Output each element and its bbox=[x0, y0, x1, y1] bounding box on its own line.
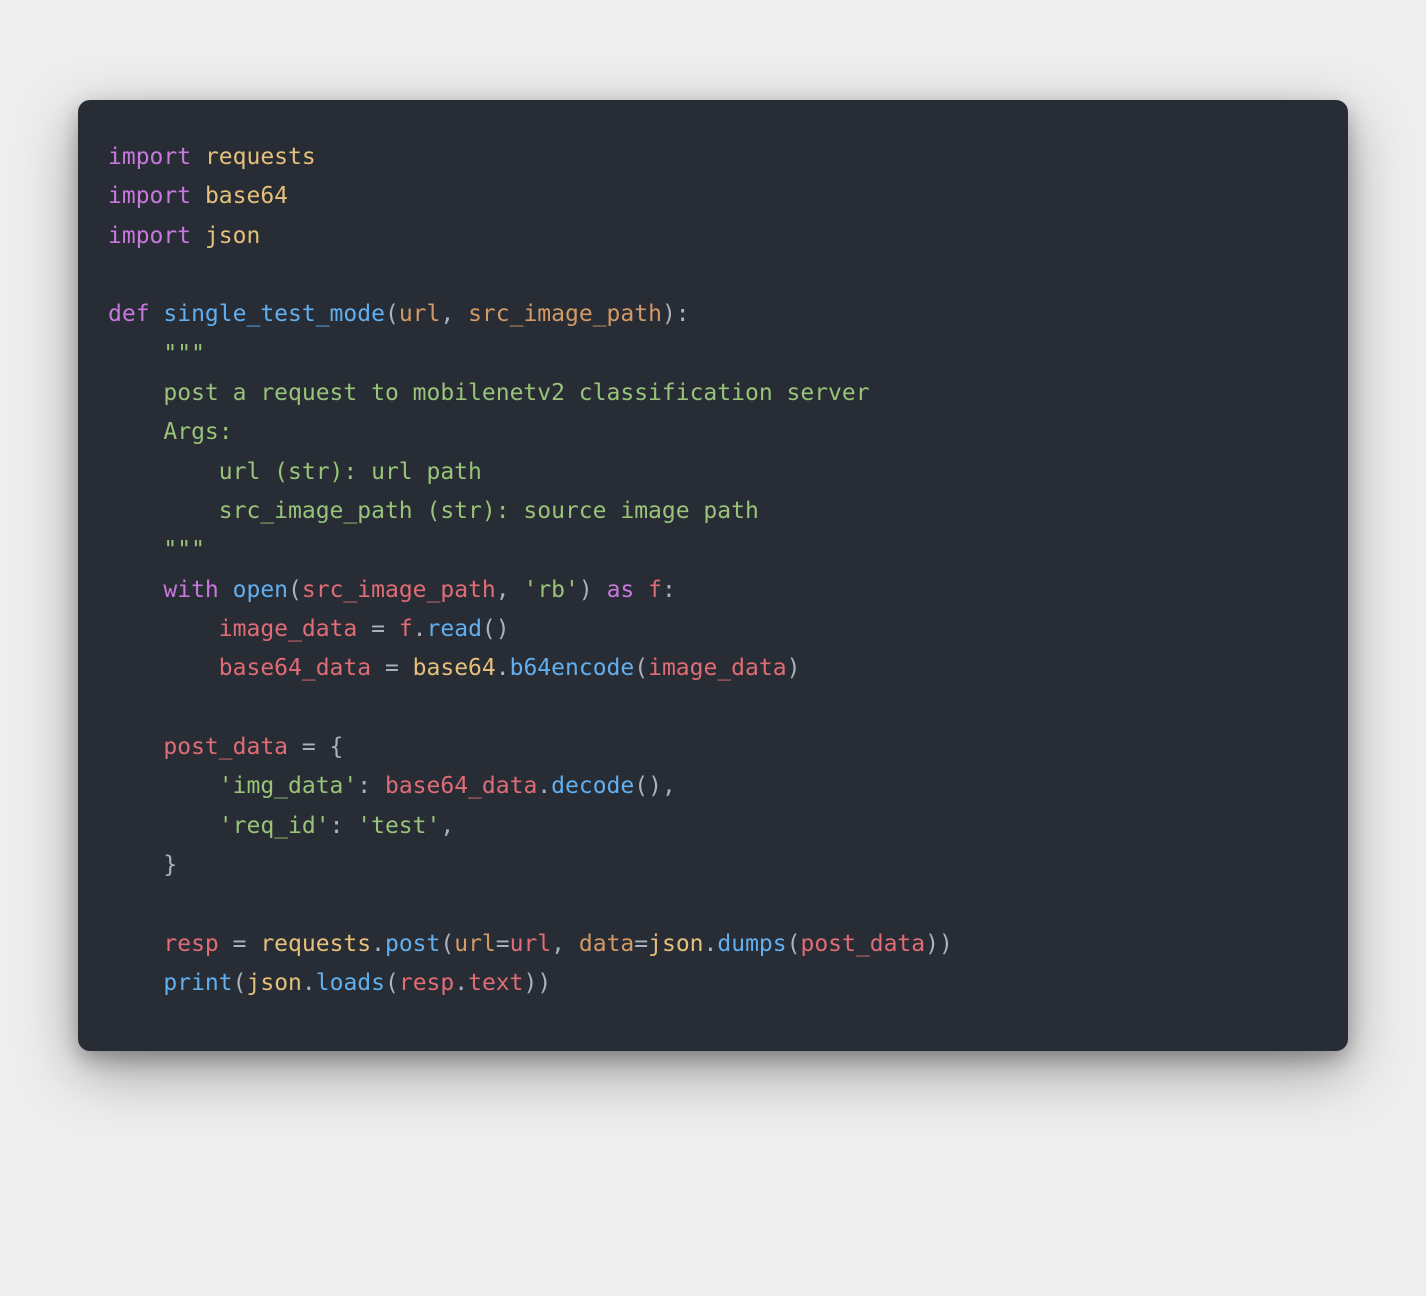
code-token: , bbox=[440, 813, 454, 839]
code-token: url bbox=[399, 301, 441, 327]
code-token: = bbox=[634, 931, 648, 957]
code-token: dumps bbox=[717, 931, 786, 957]
code-token: as bbox=[607, 577, 649, 603]
code-token: b64encode bbox=[510, 655, 635, 681]
code-token: base64 bbox=[413, 655, 496, 681]
code-token: url bbox=[510, 931, 552, 957]
code-token: base64_data bbox=[385, 773, 537, 799]
code-token: post bbox=[385, 931, 440, 957]
code-token bbox=[108, 931, 163, 957]
code-token: } bbox=[108, 852, 177, 878]
code-token: , bbox=[551, 931, 579, 957]
code-token: """ bbox=[108, 537, 205, 563]
code-token: = bbox=[496, 931, 510, 957]
code-token: read bbox=[427, 616, 482, 642]
code-token: base64_data bbox=[219, 655, 371, 681]
code-token: . bbox=[454, 970, 468, 996]
code-token: import bbox=[108, 183, 205, 209]
code-token: f bbox=[648, 577, 662, 603]
code-token: src_image_path (str): source image path bbox=[108, 498, 759, 524]
code-token: ( bbox=[288, 577, 302, 603]
code-token: . bbox=[302, 970, 316, 996]
code-token: requests bbox=[260, 931, 371, 957]
code-token: : bbox=[330, 813, 358, 839]
code-token: . bbox=[704, 931, 718, 957]
code-token: (), bbox=[634, 773, 676, 799]
code-token: import bbox=[108, 144, 205, 170]
code-token: open bbox=[233, 577, 288, 603]
code-token: )) bbox=[524, 970, 552, 996]
code-token: )) bbox=[925, 931, 953, 957]
code-token: import bbox=[108, 223, 205, 249]
code-token: with bbox=[163, 577, 232, 603]
code-token: : bbox=[357, 773, 385, 799]
code-token bbox=[108, 734, 163, 760]
code-token: resp bbox=[163, 931, 218, 957]
code-token: . bbox=[537, 773, 551, 799]
code-block: import requests import base64 import jso… bbox=[108, 138, 1318, 1003]
code-token: json bbox=[648, 931, 703, 957]
code-token: = bbox=[219, 931, 261, 957]
code-token: . bbox=[496, 655, 510, 681]
code-token bbox=[108, 970, 163, 996]
code-card: import requests import base64 import jso… bbox=[78, 100, 1348, 1051]
code-token: def bbox=[108, 301, 163, 327]
code-token bbox=[108, 655, 219, 681]
code-token: = { bbox=[288, 734, 343, 760]
code-token: loads bbox=[316, 970, 385, 996]
code-token: 'req_id' bbox=[219, 813, 330, 839]
code-token: post_data bbox=[163, 734, 288, 760]
code-token: print bbox=[163, 970, 232, 996]
code-token: image_data bbox=[648, 655, 786, 681]
code-token: ( bbox=[385, 970, 399, 996]
code-token: ( bbox=[440, 931, 454, 957]
code-token: text bbox=[468, 970, 523, 996]
code-token: = bbox=[357, 616, 399, 642]
code-token bbox=[108, 813, 219, 839]
code-token: Args: bbox=[108, 419, 233, 445]
code-token: src_image_path bbox=[468, 301, 662, 327]
code-token: ( bbox=[385, 301, 399, 327]
code-token: json bbox=[247, 970, 302, 996]
code-token: ( bbox=[233, 970, 247, 996]
code-token: post_data bbox=[800, 931, 925, 957]
code-token: , bbox=[440, 301, 468, 327]
code-token: 'rb' bbox=[523, 577, 578, 603]
code-token: requests bbox=[205, 144, 316, 170]
code-token: url bbox=[454, 931, 496, 957]
code-token: f bbox=[399, 616, 413, 642]
code-token: ( bbox=[787, 931, 801, 957]
code-token bbox=[108, 616, 219, 642]
code-token: ) bbox=[579, 577, 607, 603]
code-token: . bbox=[371, 931, 385, 957]
code-token bbox=[108, 577, 163, 603]
code-token: data bbox=[579, 931, 634, 957]
code-token: . bbox=[413, 616, 427, 642]
code-token: ): bbox=[662, 301, 690, 327]
code-token: = bbox=[371, 655, 413, 681]
code-token: image_data bbox=[219, 616, 357, 642]
code-token: : bbox=[662, 577, 676, 603]
code-token: json bbox=[205, 223, 260, 249]
code-token: url (str): url path bbox=[108, 459, 482, 485]
code-token: single_test_mode bbox=[163, 301, 385, 327]
code-token: resp bbox=[399, 970, 454, 996]
code-token: src_image_path bbox=[302, 577, 496, 603]
code-token: post a request to mobilenetv2 classifica… bbox=[108, 380, 870, 406]
code-token: () bbox=[482, 616, 510, 642]
code-token: base64 bbox=[205, 183, 288, 209]
code-token bbox=[108, 773, 219, 799]
code-token: """ bbox=[108, 341, 205, 367]
code-token: decode bbox=[551, 773, 634, 799]
code-token: ) bbox=[787, 655, 801, 681]
code-token: 'test' bbox=[357, 813, 440, 839]
code-token: ( bbox=[634, 655, 648, 681]
code-token: 'img_data' bbox=[219, 773, 357, 799]
code-token: , bbox=[496, 577, 524, 603]
